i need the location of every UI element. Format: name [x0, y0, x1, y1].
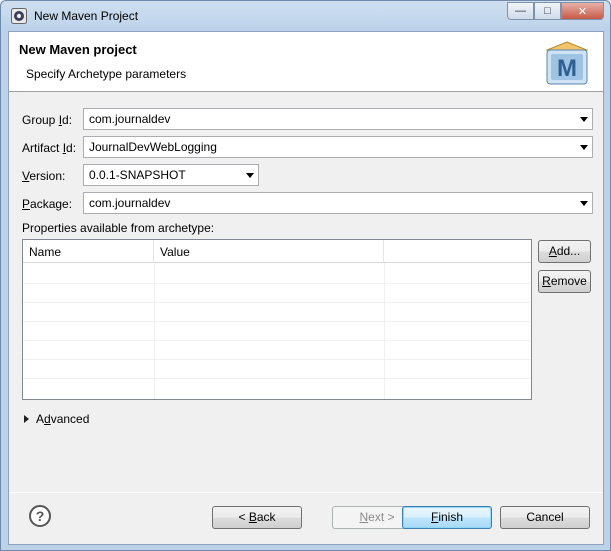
- properties-label: Properties available from archetype:: [22, 221, 215, 235]
- package-combo[interactable]: com.journaldev: [83, 192, 593, 214]
- advanced-section-toggle[interactable]: Advanced: [24, 412, 89, 426]
- cancel-button[interactable]: Cancel: [500, 506, 590, 529]
- version-combo[interactable]: 0.0.1-SNAPSHOT: [83, 164, 259, 186]
- group-id-label: Group Id:: [22, 113, 73, 127]
- window-title: New Maven Project: [34, 9, 139, 23]
- chevron-down-icon[interactable]: [246, 173, 254, 178]
- version-label: Version:: [22, 169, 66, 183]
- chevron-down-icon[interactable]: [580, 145, 588, 150]
- artifact-id-label: Artifact Id:: [22, 141, 77, 155]
- add-button[interactable]: Add...: [538, 240, 591, 263]
- maven-logo-letter: M: [557, 55, 577, 82]
- table-header: Name Value: [23, 240, 531, 263]
- back-button[interactable]: < Back: [212, 506, 302, 529]
- package-value: com.journaldev: [89, 196, 171, 210]
- artifact-id-value: JournalDevWebLogging: [89, 140, 217, 154]
- version-value: 0.0.1-SNAPSHOT: [89, 168, 186, 182]
- eclipse-app-icon: [11, 8, 27, 24]
- dialog-window: New Maven Project — □ ✕ New Maven projec…: [0, 0, 611, 551]
- close-button[interactable]: ✕: [561, 2, 604, 20]
- group-id-value: com.journaldev: [89, 112, 171, 126]
- package-label: Package:: [22, 197, 73, 211]
- finish-button[interactable]: Finish: [402, 506, 492, 529]
- dialog-client-area: New Maven project Specify Archetype para…: [8, 31, 604, 545]
- maximize-button[interactable]: □: [534, 2, 561, 20]
- wizard-header: New Maven project Specify Archetype para…: [9, 32, 603, 92]
- group-id-combo[interactable]: com.journaldev: [83, 108, 593, 130]
- button-bar-separator: [9, 492, 603, 493]
- artifact-id-combo[interactable]: JournalDevWebLogging: [83, 136, 593, 158]
- expand-arrow-icon[interactable]: [24, 415, 29, 423]
- properties-table[interactable]: Name Value: [22, 239, 532, 400]
- page-title: New Maven project: [19, 42, 137, 57]
- maven-logo-icon: M: [545, 41, 589, 85]
- help-icon[interactable]: ?: [29, 505, 51, 527]
- column-header-name[interactable]: Name: [23, 240, 154, 263]
- chevron-down-icon[interactable]: [580, 117, 588, 122]
- minimize-button[interactable]: —: [507, 2, 534, 20]
- title-bar[interactable]: New Maven Project — □ ✕: [1, 1, 610, 31]
- chevron-down-icon[interactable]: [580, 201, 588, 206]
- remove-button[interactable]: Remove: [538, 270, 591, 293]
- page-subtitle: Specify Archetype parameters: [26, 67, 187, 81]
- column-header-value[interactable]: Value: [154, 240, 384, 263]
